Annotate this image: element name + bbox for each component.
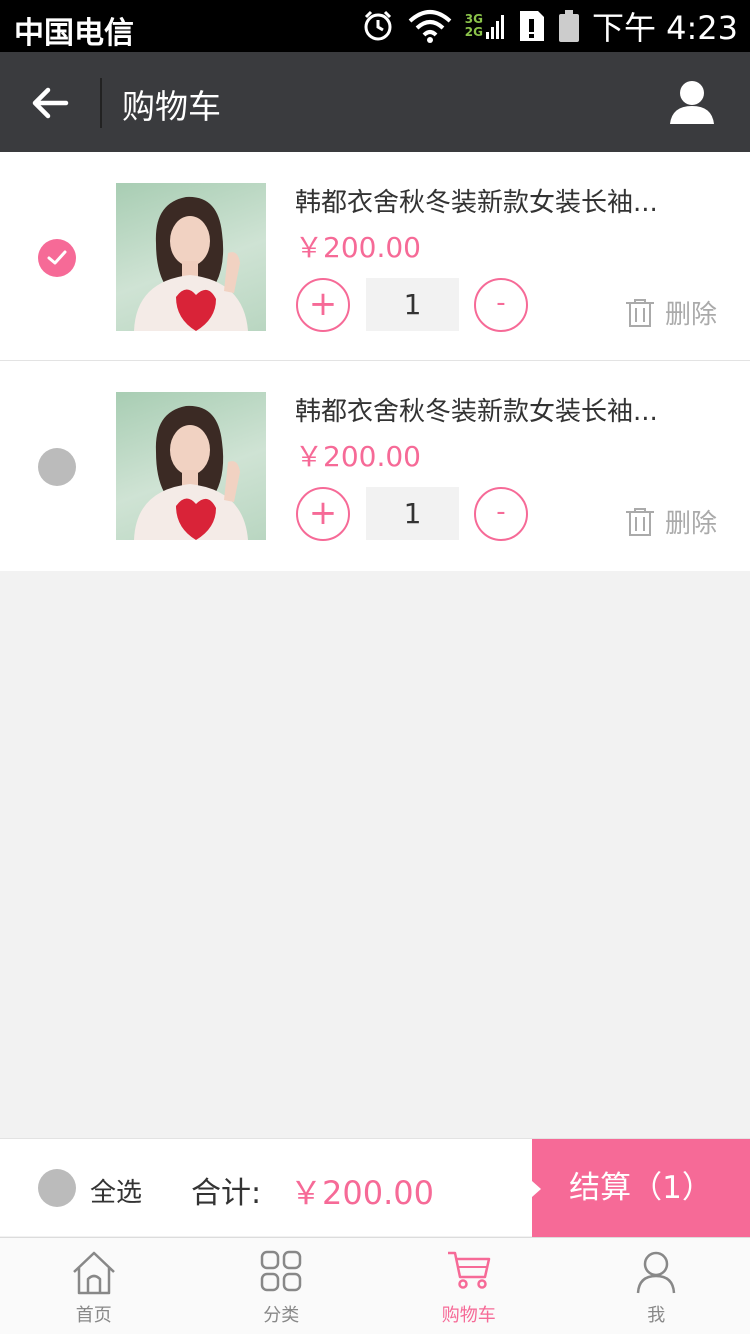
tab-category[interactable]: 分类 (188, 1238, 376, 1334)
person-icon (637, 1251, 676, 1294)
tab-me[interactable]: 我 (563, 1238, 750, 1334)
product-photo (134, 405, 248, 540)
quantity-plus-button[interactable]: + (296, 487, 350, 541)
app-header: 购物车 (0, 52, 750, 152)
sim-alert-icon (519, 11, 544, 41)
checkout-notch (532, 1181, 541, 1197)
quantity-minus-button[interactable]: - (474, 487, 528, 541)
category-grid-icon (261, 1250, 302, 1292)
tab-label: 首页 (75, 1305, 112, 1326)
cart-list: 韩都衣舍秋冬装新款女装长袖... ￥200.00 + 1 - 删除 韩都衣舍秋冬… (0, 152, 750, 571)
delete-button[interactable]: 删除 (625, 294, 717, 331)
status-bar: 中国电信 3G 2G 下午 4:23 (0, 0, 750, 52)
user-icon (670, 81, 714, 124)
user-button[interactable] (668, 78, 716, 126)
item-select-checkbox[interactable] (38, 448, 76, 486)
wifi-icon (408, 10, 452, 43)
total-label: 合计: (191, 1176, 262, 1211)
back-button[interactable] (28, 80, 74, 126)
page-title: 购物车 (122, 87, 221, 126)
quantity-plus-button[interactable]: + (296, 278, 350, 332)
select-all-label[interactable]: 全选 (90, 1172, 142, 1209)
checkout-button[interactable]: 结算（1） (532, 1139, 750, 1237)
select-all-checkbox[interactable] (38, 1169, 76, 1207)
signal-bars-icon (485, 15, 504, 39)
checkmark-icon (47, 250, 67, 265)
trash-icon (626, 507, 654, 536)
product-price: ￥200.00 (295, 231, 421, 264)
product-image[interactable] (116, 392, 266, 540)
bottom-tab-bar: 首页 分类 购物车 我 (0, 1237, 750, 1334)
carrier-name: 中国电信 (14, 16, 134, 51)
tab-home[interactable]: 首页 (0, 1238, 188, 1334)
trash-icon (626, 298, 654, 327)
clock-time: 下午 4:23 (591, 9, 738, 47)
home-icon (72, 1251, 115, 1295)
product-photo (134, 196, 248, 331)
quantity-value[interactable]: 1 (366, 278, 459, 331)
product-image[interactable] (116, 183, 266, 331)
alarm-icon (364, 10, 392, 41)
tab-label: 购物车 (441, 1305, 496, 1326)
delete-button[interactable]: 删除 (625, 503, 717, 540)
network-type: 3G 2G (465, 12, 506, 40)
product-name[interactable]: 韩都衣舍秋冬装新款女装长袖... (295, 391, 658, 428)
cart-item: 韩都衣舍秋冬装新款女装长袖... ￥200.00 + 1 - 删除 (0, 152, 750, 361)
status-icons: 3G 2G 下午 4:23 (361, 6, 738, 47)
back-arrow-icon (32, 87, 69, 119)
battery-icon (558, 10, 579, 42)
total-value: ￥200.00 (290, 1174, 434, 1212)
shopping-cart-icon (447, 1251, 490, 1289)
delete-label: 删除 (665, 300, 718, 330)
tab-cart[interactable]: 购物车 (375, 1238, 563, 1334)
header-divider (100, 78, 102, 128)
network-2g-label: 2G (464, 25, 483, 39)
quantity-value[interactable]: 1 (366, 487, 459, 540)
cart-item: 韩都衣舍秋冬装新款女装长袖... ￥200.00 + 1 - 删除 (0, 361, 750, 571)
product-price: ￥200.00 (295, 440, 421, 473)
tab-label: 分类 (263, 1305, 300, 1326)
item-select-checkbox[interactable] (38, 239, 76, 277)
tab-label: 我 (647, 1305, 666, 1326)
delete-label: 删除 (665, 509, 718, 539)
product-name[interactable]: 韩都衣舍秋冬装新款女装长袖... (295, 182, 658, 219)
checkout-bar: 全选 合计: ￥200.00 结算（1） (0, 1138, 750, 1237)
quantity-minus-button[interactable]: - (474, 278, 528, 332)
